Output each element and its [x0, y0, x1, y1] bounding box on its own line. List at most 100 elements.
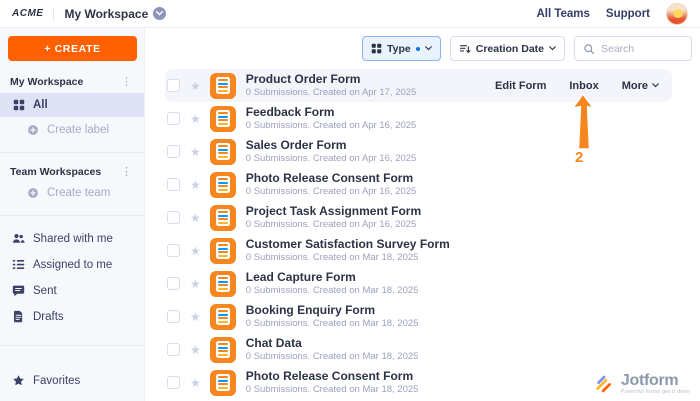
form-icon — [210, 139, 236, 165]
search-input[interactable] — [601, 43, 681, 55]
form-title[interactable]: Sales Order Form — [246, 139, 417, 152]
form-icon — [210, 73, 236, 99]
row-checkbox[interactable] — [167, 376, 180, 389]
divider — [0, 345, 144, 346]
my-workspace-section-title: My Workspace — [10, 76, 83, 88]
plus-circle-icon — [26, 124, 39, 137]
sidebar-item-sent[interactable]: Sent — [0, 278, 144, 303]
favorite-star-icon[interactable]: ★ — [190, 311, 201, 323]
form-title[interactable]: Booking Enquiry Form — [246, 304, 419, 317]
create-button[interactable]: + CREATE — [8, 36, 137, 61]
more-label: More — [622, 80, 648, 92]
users-icon — [12, 232, 25, 245]
edit-form-button[interactable]: Edit Form — [495, 80, 546, 92]
header-divider — [53, 7, 54, 21]
favorite-star-icon[interactable]: ★ — [190, 113, 201, 125]
row-checkbox[interactable] — [167, 211, 180, 224]
favorite-star-icon[interactable]: ★ — [190, 212, 201, 224]
form-title[interactable]: Photo Release Consent Form — [246, 370, 419, 383]
sidebar-item-favorites[interactable]: Favorites — [0, 368, 144, 393]
row-checkbox[interactable] — [167, 310, 180, 323]
search-icon — [583, 43, 595, 55]
form-row[interactable]: ★ Photo Release Consent Form 0 Submissio… — [165, 168, 672, 201]
form-row[interactable]: ★ Feedback Form 0 Submissions. Created o… — [165, 102, 672, 135]
draft-document-icon — [12, 310, 25, 323]
filter-active-dot — [416, 47, 420, 51]
sidebar-item-all[interactable]: All — [0, 93, 144, 117]
type-filter-label: Type — [387, 43, 411, 55]
chat-icon — [12, 284, 25, 297]
user-avatar[interactable] — [666, 3, 688, 25]
form-meta: 0 Submissions. Created on Apr 16, 2025 — [246, 186, 417, 197]
jotform-logo: Jotform Powerful forms get it done — [594, 373, 690, 396]
form-title[interactable]: Lead Capture Form — [246, 271, 419, 284]
form-row[interactable]: ★ Chat Data 0 Submissions. Created on Ma… — [165, 333, 672, 366]
row-checkbox[interactable] — [167, 178, 180, 191]
inbox-button[interactable]: Inbox — [569, 80, 598, 92]
divider — [0, 215, 144, 216]
search-box — [574, 36, 692, 61]
form-icon — [210, 106, 236, 132]
sidebar-item-label: Favorites — [33, 375, 80, 387]
form-row[interactable]: ★ Booking Enquiry Form 0 Submissions. Cr… — [165, 300, 672, 333]
favorite-star-icon[interactable]: ★ — [190, 146, 201, 158]
sidebar-item-shared-with-me[interactable]: Shared with me — [0, 226, 144, 251]
sidebar-item-drafts[interactable]: Drafts — [0, 304, 144, 329]
team-workspaces-section-title: Team Workspaces — [10, 166, 101, 178]
sidebar-item-create-team[interactable]: Create team — [0, 181, 144, 205]
creation-date-sort-button[interactable]: Creation Date — [450, 36, 565, 61]
divider — [0, 152, 144, 153]
form-list: ★ Product Order Form 0 Submissions. Crea… — [145, 69, 700, 399]
kebab-menu-icon[interactable]: ⋮ — [119, 167, 134, 178]
form-icon — [210, 304, 236, 330]
form-meta: 0 Submissions. Created on Mar 18, 2025 — [246, 318, 419, 329]
form-row[interactable]: ★ Project Task Assignment Form 0 Submiss… — [165, 201, 672, 234]
form-row[interactable]: ★ Customer Satisfaction Survey Form 0 Su… — [165, 234, 672, 267]
form-meta: 0 Submissions. Created on Mar 18, 2025 — [246, 384, 419, 395]
all-teams-link[interactable]: All Teams — [536, 8, 589, 20]
form-icon — [210, 205, 236, 231]
row-checkbox[interactable] — [167, 277, 180, 290]
sidebar-item-assigned-to-me[interactable]: Assigned to me — [0, 252, 144, 277]
chevron-down-icon — [549, 46, 556, 51]
more-button[interactable]: More — [622, 80, 659, 92]
form-icon — [210, 370, 236, 396]
form-title[interactable]: Customer Satisfaction Survey Form — [246, 238, 450, 251]
favorite-star-icon[interactable]: ★ — [190, 245, 201, 257]
form-title[interactable]: Feedback Form — [246, 106, 417, 119]
row-checkbox[interactable] — [167, 343, 180, 356]
chevron-down-icon — [652, 83, 659, 88]
favorite-star-icon[interactable]: ★ — [190, 377, 201, 389]
row-checkbox[interactable] — [167, 79, 180, 92]
favorite-star-icon[interactable]: ★ — [190, 179, 201, 191]
favorite-star-icon[interactable]: ★ — [190, 344, 201, 356]
form-title[interactable]: Product Order Form — [246, 73, 417, 86]
sidebar-item-label: Create team — [47, 187, 110, 199]
row-checkbox[interactable] — [167, 145, 180, 158]
jotform-wordmark: Jotform — [621, 373, 690, 389]
form-icon — [210, 172, 236, 198]
form-title[interactable]: Photo Release Consent Form — [246, 172, 417, 185]
sidebar-item-archive[interactable]: Archive — [0, 394, 144, 401]
favorite-star-icon[interactable]: ★ — [190, 80, 201, 92]
form-meta: 0 Submissions. Created on Apr 16, 2025 — [246, 120, 417, 131]
kebab-menu-icon[interactable]: ⋮ — [119, 77, 134, 88]
main-content: Type Creation Date — [145, 28, 700, 401]
workspace-switcher[interactable]: My Workspace — [64, 7, 166, 21]
sidebar-item-create-label[interactable]: Create label — [0, 118, 144, 142]
chevron-down-icon — [153, 7, 166, 20]
form-icon — [210, 337, 236, 363]
form-title[interactable]: Chat Data — [246, 337, 419, 350]
form-title[interactable]: Project Task Assignment Form — [246, 205, 421, 218]
plus-circle-icon — [26, 187, 39, 200]
row-checkbox[interactable] — [167, 112, 180, 125]
support-link[interactable]: Support — [606, 8, 650, 20]
row-checkbox[interactable] — [167, 244, 180, 257]
creation-date-label: Creation Date — [476, 43, 544, 55]
sort-icon — [459, 43, 471, 55]
form-row[interactable]: ★ Product Order Form 0 Submissions. Crea… — [165, 69, 672, 102]
type-filter-button[interactable]: Type — [362, 36, 441, 61]
form-row[interactable]: ★ Sales Order Form 0 Submissions. Create… — [165, 135, 672, 168]
favorite-star-icon[interactable]: ★ — [190, 278, 201, 290]
form-row[interactable]: ★ Lead Capture Form 0 Submissions. Creat… — [165, 267, 672, 300]
